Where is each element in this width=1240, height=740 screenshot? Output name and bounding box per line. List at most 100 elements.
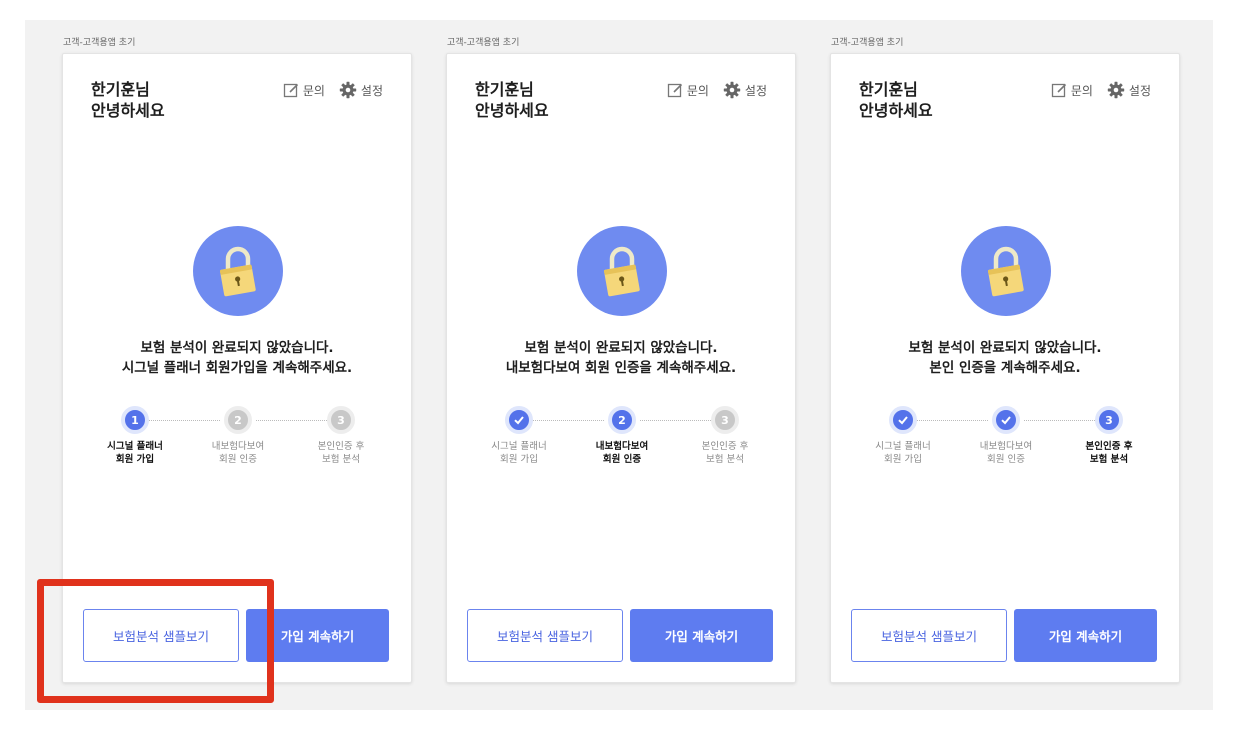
- step-1: 시그널 플래너 회원 가입: [853, 406, 953, 466]
- greeting: 한기훈님 안녕하세요: [475, 79, 549, 121]
- status-message-line1: 보험 분석이 완료되지 않았습니다.: [908, 340, 1102, 356]
- lock-icon: [987, 246, 1024, 297]
- highlight-annotation: [37, 579, 274, 703]
- greeting-hello: 안녕하세요: [859, 101, 933, 120]
- settings-label: 설정: [744, 83, 767, 98]
- edit-icon: [283, 83, 298, 98]
- step-label-line1: 본인인증 후: [1085, 441, 1133, 452]
- step-label-line1: 시그널 플래너: [491, 441, 547, 452]
- header-actions: 문의 설정: [283, 81, 383, 99]
- frame-label: 고객-고객용앱 초기: [447, 38, 520, 48]
- step-label-line2: 회원 인증: [219, 454, 257, 465]
- check-icon: [1001, 416, 1011, 425]
- insurance-sample-button[interactable]: 보험분석 샘플보기: [851, 609, 1007, 662]
- status-message: 보험 분석이 완료되지 않았습니다. 본인 인증을 계속해주세요.: [831, 338, 1179, 378]
- step-2: 2 내보험다보여회원 인증: [188, 406, 288, 466]
- step-label-line1: 내보험다보여: [979, 441, 1033, 452]
- step-2-label: 내보험다보여회원 인증: [956, 440, 1056, 466]
- greeting-name: 한기훈님: [859, 80, 918, 99]
- inquiry-label: 문의: [302, 83, 325, 98]
- insurance-sample-button[interactable]: 보험분석 샘플보기: [467, 609, 623, 662]
- greeting-hello: 안녕하세요: [91, 101, 165, 120]
- lock-illustration: [577, 226, 667, 316]
- step-2: 내보험다보여회원 인증: [956, 406, 1056, 466]
- step-progress: 1 시그널 플래너회원 가입 2 내보험다보여회원 인증 3 본인인증 후보험 …: [63, 406, 411, 476]
- inquiry-label: 문의: [1070, 83, 1093, 98]
- status-message: 보험 분석이 완료되지 않았습니다. 내보험다보여 회원 인증을 계속해주세요.: [447, 338, 795, 378]
- step-label-line2: 회원 인증: [602, 454, 642, 465]
- step-number: 2: [234, 413, 242, 427]
- inquiry-button[interactable]: 문의: [1051, 82, 1093, 99]
- frame-label: 고객-고객용앱 초기: [831, 38, 904, 48]
- settings-button[interactable]: 설정: [339, 81, 383, 99]
- lock-icon: [219, 246, 256, 297]
- step-3-indicator: 3: [711, 406, 739, 434]
- step-1: 시그널 플래너회원 가입: [469, 406, 569, 466]
- step-label-line1: 시그널 플래너: [875, 441, 931, 452]
- step-label-line1: 본인인증 후: [317, 441, 365, 452]
- step-progress: 시그널 플래너 회원 가입 내보험다보여회원 인증 3 본인인증 후보험 분석: [831, 406, 1179, 476]
- screen-step-2: 고객-고객용앱 초기 한기훈님 안녕하세요 문의 설정 보험 분석이 완료되지 …: [409, 20, 796, 710]
- status-message-line2: 본인 인증을 계속해주세요.: [929, 360, 1081, 376]
- step-number: 1: [131, 413, 139, 427]
- gear-icon: [339, 81, 357, 99]
- step-2-indicator: 2: [224, 406, 252, 434]
- step-3-label: 본인인증 후보험 분석: [291, 440, 391, 466]
- edit-icon: [667, 83, 682, 98]
- step-label-line2: 회원 가입: [115, 454, 155, 465]
- step-number: 3: [721, 413, 729, 427]
- step-progress: 시그널 플래너 회원 가입 2 내보험다보여 회원 인증 3 본인인증 후 보험 분석: [447, 406, 795, 476]
- step-label-line2: 보험 분석: [322, 454, 360, 465]
- inquiry-button[interactable]: 문의: [283, 82, 325, 99]
- step-label-line1: 본인인증 후: [701, 441, 749, 452]
- settings-label: 설정: [360, 83, 383, 98]
- step-label-line1: 내보험다보여: [211, 441, 265, 452]
- greeting: 한기훈님 안녕하세요: [91, 79, 165, 121]
- lock-icon: [603, 246, 640, 297]
- status-message-line1: 보험 분석이 완료되지 않았습니다.: [524, 340, 718, 356]
- header-actions: 문의 설정: [1051, 81, 1151, 99]
- step-label-line2: 회원 인증: [987, 454, 1025, 465]
- step-2: 2 내보험다보여 회원 인증: [572, 406, 672, 466]
- gear-icon: [1107, 81, 1125, 99]
- step-3: 3 본인인증 후보험 분석: [291, 406, 391, 466]
- settings-button[interactable]: 설정: [723, 81, 767, 99]
- lock-illustration: [193, 226, 283, 316]
- settings-button[interactable]: 설정: [1107, 81, 1151, 99]
- step-3-indicator: 3: [327, 406, 355, 434]
- step-1-label: 시그널 플래너 회원 가입: [853, 440, 953, 466]
- step-label-line2: 회원 가입: [500, 454, 538, 465]
- greeting-name: 한기훈님: [91, 80, 150, 99]
- step-label-line2: 보험 분석: [706, 454, 744, 465]
- step-3-label: 본인인증 후보험 분석: [1059, 440, 1159, 466]
- status-message: 보험 분석이 완료되지 않았습니다. 시그널 플래너 회원가입을 계속해주세요.: [63, 338, 411, 378]
- step-label-line2: 보험 분석: [1089, 454, 1129, 465]
- greeting-name: 한기훈님: [475, 80, 534, 99]
- lock-illustration: [961, 226, 1051, 316]
- step-1-label: 시그널 플래너회원 가입: [469, 440, 569, 466]
- app-card: 한기훈님 안녕하세요 문의 설정 보험 분석이 완료되지 않았습니다. 본인 인…: [830, 53, 1180, 683]
- step-3: 3 본인인증 후보험 분석: [675, 406, 775, 466]
- edit-icon: [1051, 83, 1066, 98]
- inquiry-label: 문의: [686, 83, 709, 98]
- step-1-indicator: [889, 406, 917, 434]
- step-label-line1: 시그널 플래너: [107, 441, 163, 452]
- step-3: 3 본인인증 후보험 분석: [1059, 406, 1159, 466]
- step-3-indicator: 3: [1095, 406, 1123, 434]
- step-3-label: 본인인증 후보험 분석: [675, 440, 775, 466]
- step-label-line1: 내보험다보여: [595, 441, 649, 452]
- continue-signup-button[interactable]: 가입 계속하기: [630, 609, 773, 662]
- header-actions: 문의 설정: [667, 81, 767, 99]
- step-2-label: 내보험다보여회원 인증: [188, 440, 288, 466]
- status-message-line2: 시그널 플래너 회원가입을 계속해주세요.: [121, 360, 353, 376]
- step-1-indicator: [505, 406, 533, 434]
- continue-signup-button[interactable]: 가입 계속하기: [1014, 609, 1157, 662]
- inquiry-button[interactable]: 문의: [667, 82, 709, 99]
- frame-label: 고객-고객용앱 초기: [63, 38, 136, 48]
- status-message-line1: 보험 분석이 완료되지 않았습니다.: [140, 340, 334, 356]
- greeting: 한기훈님 안녕하세요: [859, 79, 933, 121]
- screen-step-3: 고객-고객용앱 초기 한기훈님 안녕하세요 문의 설정 보험 분석이 완료되지 …: [793, 20, 1180, 710]
- step-number: 3: [337, 413, 345, 427]
- gear-icon: [723, 81, 741, 99]
- step-number: 3: [1105, 413, 1113, 427]
